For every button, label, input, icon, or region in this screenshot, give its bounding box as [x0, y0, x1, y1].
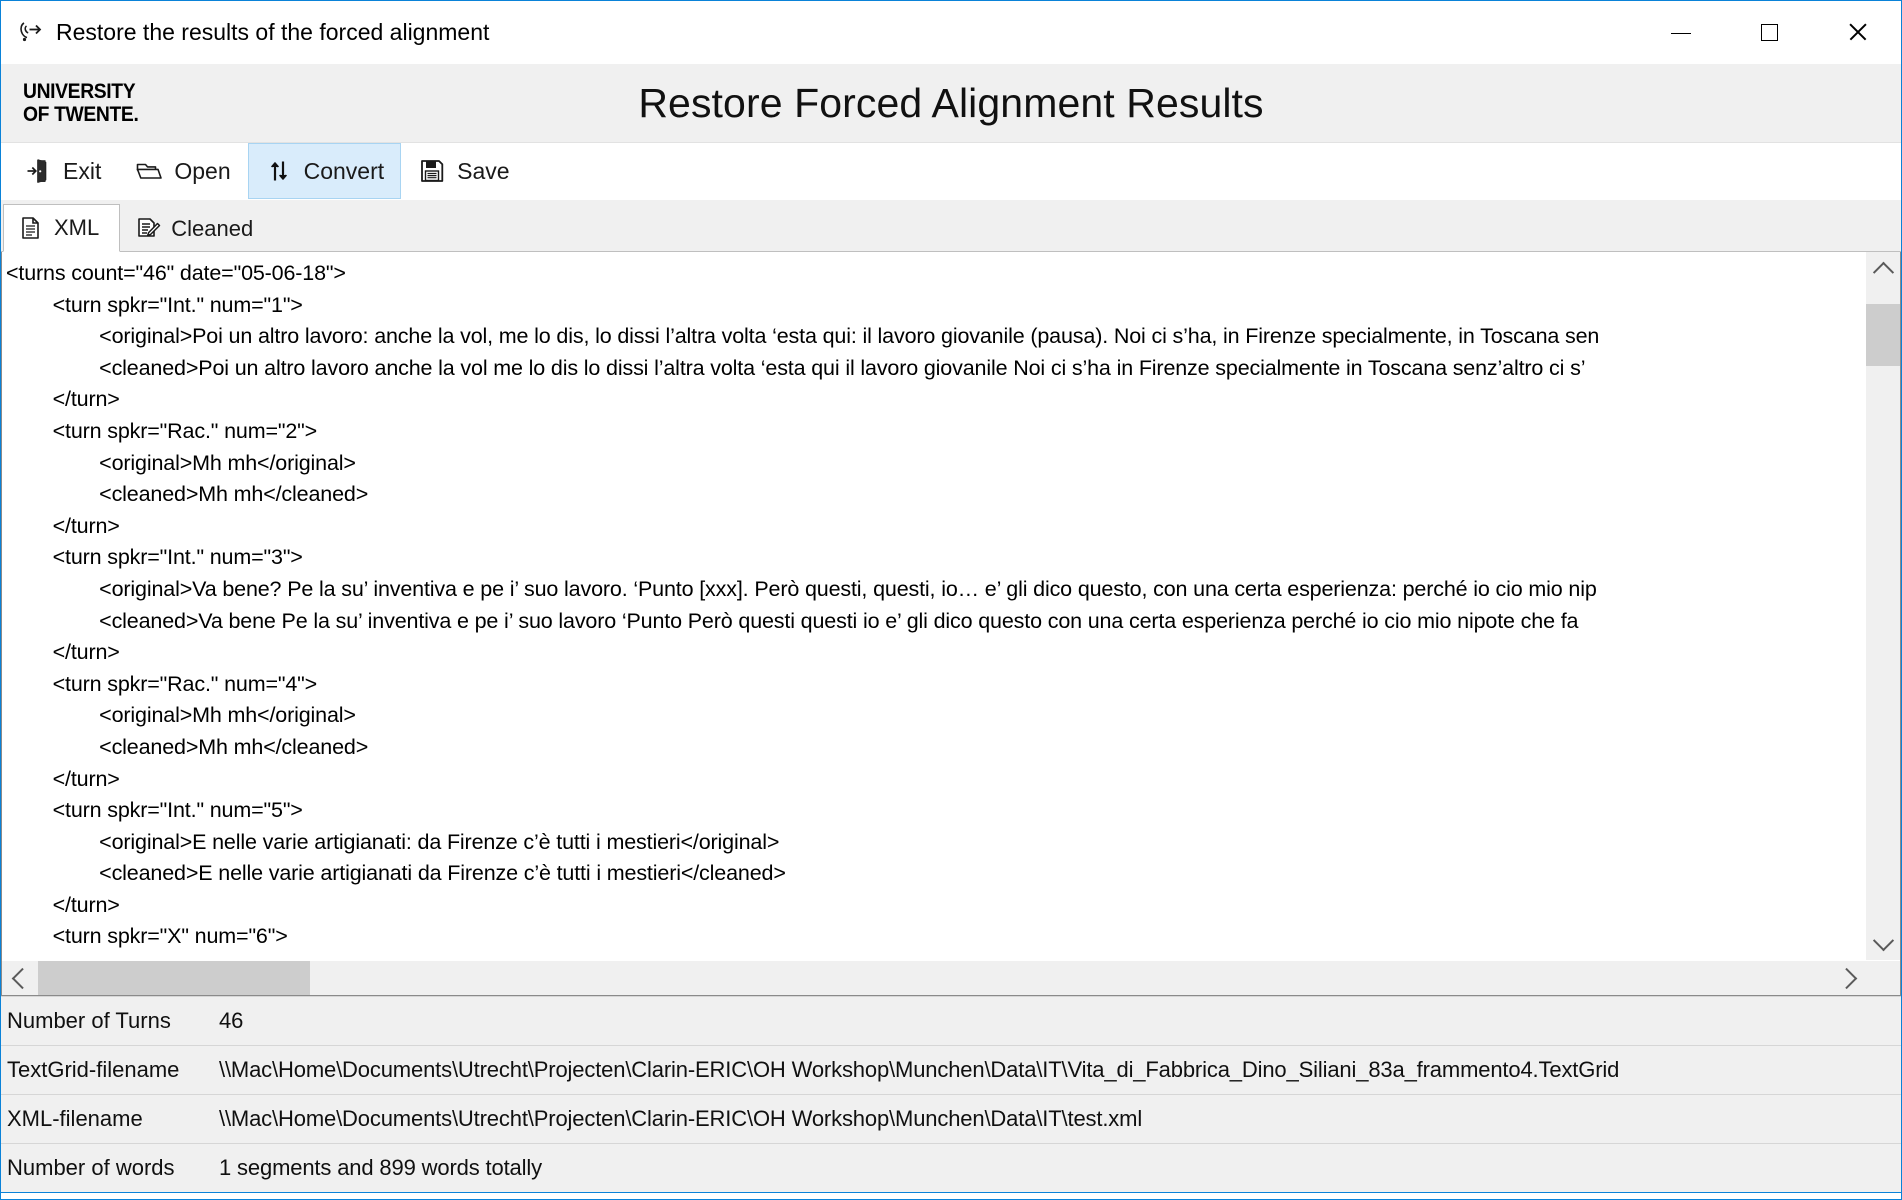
info-row: XML-filename \\Mac\Home\Documents\Utrecht…	[1, 1095, 1901, 1144]
close-icon	[1847, 22, 1867, 42]
tab-cleaned-label: Cleaned	[171, 216, 254, 241]
chevron-right-icon	[1835, 967, 1857, 989]
minimize-button[interactable]	[1637, 1, 1725, 63]
info-row-value: 46	[219, 1008, 244, 1033]
chevron-down-icon	[1872, 929, 1894, 951]
xml-line: <turn spkr="X" num="6">	[6, 924, 288, 949]
xml-line: <cleaned>E nelle varie artigianati da Fi…	[6, 861, 786, 886]
maximize-button[interactable]	[1725, 1, 1813, 63]
scroll-down-arrow[interactable]	[1866, 926, 1900, 960]
speech-recognition-icon	[18, 19, 44, 45]
editor-row: <turns count="46" date="05-06-18"> <turn…	[2, 252, 1900, 960]
xml-line: <turn spkr="Rac." num="2">	[6, 418, 318, 443]
open-button[interactable]: Open	[118, 143, 247, 199]
tab-cleaned[interactable]: Cleaned	[120, 206, 274, 252]
exit-button[interactable]: Exit	[7, 143, 118, 199]
page-title: Restore Forced Alignment Results	[638, 79, 1264, 126]
vertical-scroll-track[interactable]	[1866, 286, 1900, 926]
xml-line: </turn>	[6, 387, 120, 412]
xml-line: </turn>	[6, 766, 120, 791]
university-of-twente-logo: UNIVERSITY OF TWENTE.	[23, 80, 149, 126]
tab-xml[interactable]: XML	[3, 204, 121, 252]
minimize-icon	[1671, 32, 1691, 34]
application-window: Restore the results of the forced alignm…	[0, 0, 1902, 1200]
xml-line: <turn spkr="Int." num="5">	[6, 798, 303, 823]
xml-line: <original>Mh mh</original>	[6, 450, 356, 475]
floppy-disk-icon	[418, 157, 446, 185]
scroll-up-arrow[interactable]	[1866, 252, 1900, 286]
info-row-key: Number of Turns	[7, 1008, 171, 1033]
save-button-label: Save	[457, 157, 510, 184]
info-row-value: \\Mac\Home\Documents\Utrecht\Projecten\C…	[219, 1057, 1620, 1082]
xml-line: <cleaned>Mh mh</cleaned>	[6, 482, 369, 507]
title-bar: Restore the results of the forced alignm…	[1, 1, 1901, 64]
toolbar: Exit Open Convert Save	[1, 143, 1901, 200]
info-row-value: \\Mac\Home\Documents\Utrecht\Projecten\C…	[219, 1106, 1143, 1131]
info-row-value: 1 segments and 899 words totally	[219, 1155, 542, 1180]
xml-line: </turn>	[6, 892, 120, 917]
open-button-label: Open	[174, 157, 231, 184]
xml-line: <turns count="46" date="05-06-18">	[6, 261, 346, 285]
logo-line-1: UNIVERSITY	[23, 80, 136, 103]
title-bar-left: Restore the results of the forced alignm…	[1, 19, 1637, 46]
convert-updown-arrows-icon	[265, 157, 293, 185]
info-row-key: XML-filename	[7, 1106, 143, 1131]
info-row-key: TextGrid-filename	[7, 1057, 180, 1082]
chevron-left-icon	[11, 967, 33, 989]
tab-xml-label: XML	[54, 215, 100, 240]
info-panel: Number of Turns 46 TextGrid-filename \\Mac\…	[1, 996, 1901, 1192]
save-button[interactable]: Save	[401, 143, 526, 199]
horizontal-scrollbar[interactable]	[2, 960, 1900, 995]
xml-line: <cleaned>Va bene Pe la su’ inventiva e p…	[6, 608, 1579, 633]
xml-text-area[interactable]: <turns count="46" date="05-06-18"> <turn…	[2, 252, 1865, 960]
xml-line: </turn>	[6, 640, 120, 665]
xml-line: <original>Poi un altro lavoro: anche la …	[6, 324, 1600, 349]
info-row: Number of words 1 segments and 899 words …	[1, 1144, 1901, 1192]
xml-line: <original>Va bene? Pe la su’ inventiva e…	[6, 576, 1597, 601]
scroll-left-arrow[interactable]	[2, 961, 36, 995]
scroll-right-arrow[interactable]	[1832, 961, 1866, 995]
xml-line: <cleaned>Poi un altro lavoro anche la vo…	[6, 355, 1586, 380]
xml-line: </turn>	[6, 513, 120, 538]
convert-button-label: Convert	[303, 157, 385, 184]
window-controls	[1637, 1, 1901, 63]
vertical-scrollbar[interactable]	[1865, 252, 1900, 960]
xml-line: <turn spkr="Int." num="3">	[6, 545, 303, 570]
horizontal-scroll-thumb[interactable]	[38, 961, 310, 995]
xml-line: <cleaned>Mh mh</cleaned>	[6, 734, 369, 759]
maximize-icon	[1760, 23, 1778, 41]
tab-bar: XML Cleaned	[1, 200, 1901, 252]
exit-door-icon	[24, 157, 52, 185]
horizontal-scroll-track[interactable]	[36, 961, 1832, 995]
status-line	[1, 1192, 1901, 1199]
xml-line: <original>Mh mh</original>	[6, 703, 356, 728]
info-row: Number of Turns 46	[1, 997, 1901, 1046]
scrollbar-corner	[1866, 961, 1900, 995]
close-button[interactable]	[1813, 1, 1901, 63]
exit-button-label: Exit	[63, 157, 102, 184]
convert-button[interactable]: Convert	[247, 143, 402, 199]
open-folder-icon	[135, 157, 163, 185]
xml-line: <original>E nelle varie artigianati: da …	[6, 829, 780, 854]
xml-editor-panel: <turns count="46" date="05-06-18"> <turn…	[1, 252, 1901, 996]
xml-line: <turn spkr="Int." num="1">	[6, 292, 303, 317]
xml-line: <turn spkr="Rac." num="4">	[6, 671, 318, 696]
info-row-key: Number of words	[7, 1155, 175, 1180]
vertical-scroll-thumb[interactable]	[1866, 304, 1900, 366]
header-banner: UNIVERSITY OF TWENTE. Restore Forced Ali…	[1, 64, 1901, 143]
chevron-up-icon	[1872, 261, 1894, 283]
document-icon	[18, 215, 44, 241]
window-title: Restore the results of the forced alignm…	[56, 18, 490, 45]
logo-line-2: OF TWENTE.	[23, 103, 139, 126]
info-row: TextGrid-filename \\Mac\Home\Documents\Ut…	[1, 1046, 1901, 1095]
document-edit-icon	[135, 216, 161, 242]
